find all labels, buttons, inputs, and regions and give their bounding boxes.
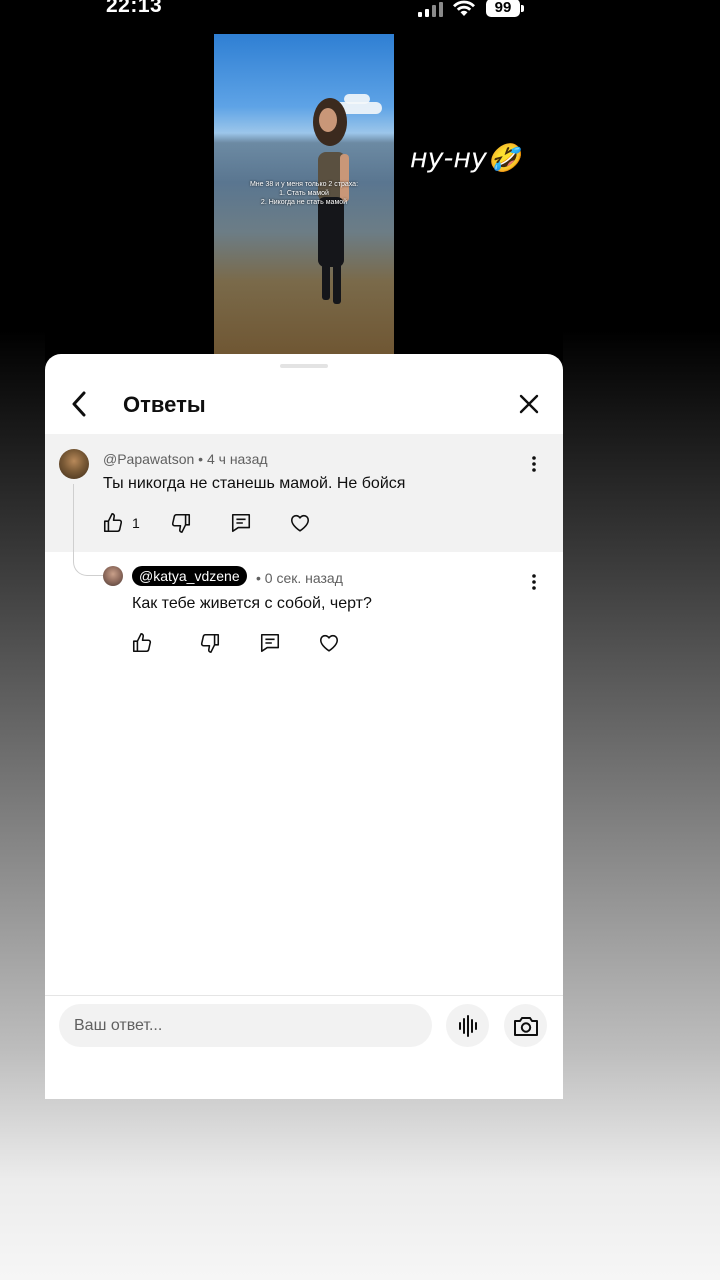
battery-cap [521,5,524,12]
thumbs-up-icon [132,633,152,653]
thumbs-down-icon [200,633,220,653]
reply-icon [260,633,280,653]
reply-icon [231,513,251,533]
reply-input[interactable] [59,1004,432,1047]
battery-indicator: 99 [486,0,520,17]
thumbs-down-icon [171,513,191,533]
drag-handle[interactable] [280,364,328,368]
heart-button[interactable] [318,629,340,657]
author-mention[interactable]: @katya_vdzene [132,566,247,586]
heart-icon [290,514,310,532]
like-count: 1 [132,515,140,531]
wifi-icon [453,0,475,16]
more-options-button[interactable] [524,452,544,476]
like-button[interactable] [131,629,153,657]
replies-sheet: Ответы @Papawatson • 4 ч назад Ты никогд… [45,354,563,1099]
camera-icon [513,1016,538,1036]
thread-connector [73,484,103,576]
story-overlay-text: ну-ну🤣 [410,143,521,174]
heart-button[interactable] [289,509,311,537]
camera-button[interactable] [504,1004,547,1047]
waveform-icon [458,1014,477,1037]
status-time: 22:13 [106,0,163,17]
dislike-button[interactable] [170,509,192,537]
close-button[interactable] [513,388,545,420]
back-button[interactable] [63,388,95,420]
avatar[interactable] [59,449,89,479]
signal-icon [418,2,443,17]
chevron-left-icon [72,391,86,417]
comment-author[interactable]: @Papawatson [103,451,194,467]
reply-button[interactable] [259,629,281,657]
comment-time: • 4 ч назад [198,451,268,467]
comment-text: Ты никогда не станешь мамой. Не бойся [103,475,406,492]
video-thumbnail[interactable]: Мне 38 и у меня только 2 страха: 1. Стат… [214,34,394,364]
more-options-button[interactable] [524,570,544,594]
sheet-title: Ответы [123,392,206,417]
sheet-header: Ответы [45,374,563,434]
close-icon [519,394,539,414]
more-vertical-icon [532,574,536,590]
more-vertical-icon [532,456,536,472]
comment-meta: @Papawatson • 4 ч назад [103,451,268,467]
comment-text: Как тебе живется с собой, черт? [132,595,372,612]
like-button[interactable]: 1 [102,509,140,537]
parent-comment: @Papawatson • 4 ч назад Ты никогда не ст… [45,434,563,552]
status-bar: 22:13 99 [0,0,720,22]
comment-time: • 0 сек. назад [256,570,343,586]
video-stage[interactable]: Мне 38 и у меня только 2 страха: 1. Стат… [45,22,563,364]
avatar[interactable] [103,566,123,586]
heart-icon [319,634,339,652]
reply-button[interactable] [230,509,252,537]
dislike-button[interactable] [199,629,221,657]
voice-button[interactable] [446,1004,489,1047]
thumbs-up-icon [103,513,123,533]
video-caption: Мне 38 и у меня только 2 страха: 1. Стат… [249,181,359,206]
composer-divider [45,995,563,996]
